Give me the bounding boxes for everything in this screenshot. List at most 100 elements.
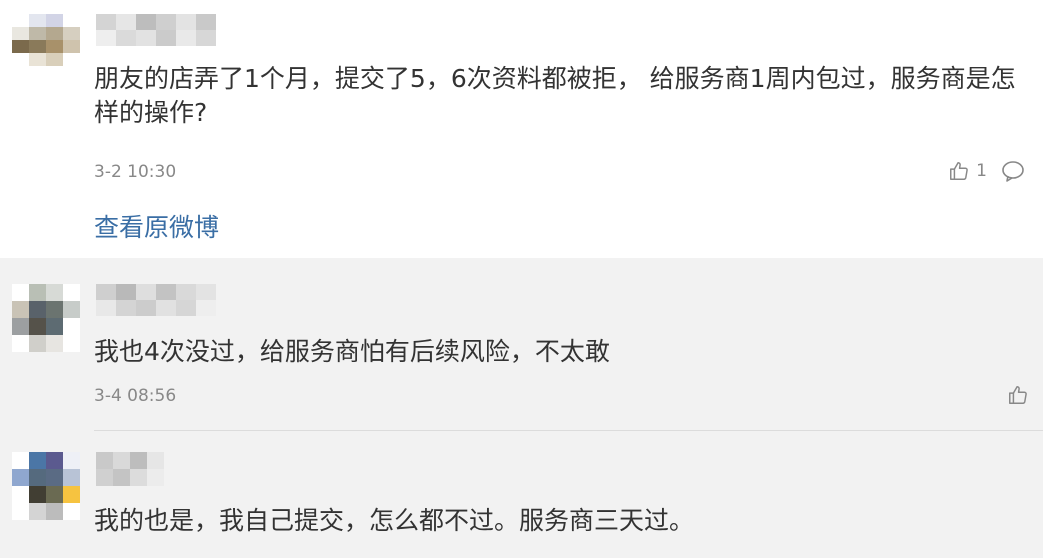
username-pixel [196, 300, 216, 316]
comment-text: 我也4次没过，给服务商怕有后续风险，不太敢 [94, 337, 610, 366]
avatar-pixel [12, 452, 29, 469]
avatar-pixel [63, 503, 80, 520]
username-pixel [176, 30, 196, 46]
avatar-pixel [46, 452, 63, 469]
avatar-pixel [12, 335, 29, 352]
comment-text: 我的也是，我自己提交，怎么都不过。服务商三天过。 [94, 506, 695, 535]
comment-bubble-icon[interactable] [1001, 160, 1025, 182]
avatar-pixel [63, 452, 80, 469]
avatar[interactable] [12, 284, 80, 352]
avatar-pixel [46, 486, 63, 503]
username-pixel [156, 30, 176, 46]
username-pixel [176, 14, 196, 30]
username-blurred[interactable] [96, 284, 216, 316]
username-pixel [113, 452, 130, 469]
username-pixel [196, 284, 216, 300]
username-pixel [176, 300, 196, 316]
avatar-pixel [63, 469, 80, 486]
username-pixel [136, 300, 156, 316]
thumbs-up-icon[interactable] [948, 160, 970, 182]
username-pixel [116, 14, 136, 30]
avatar-pixel [12, 503, 29, 520]
comment-text: 朋友的店弄了1个月，提交了5，6次资料都被拒， 给服务商1周内包过，服务商是怎样… [94, 64, 1016, 127]
view-original-weibo-link[interactable]: 查看原微博 [94, 208, 219, 244]
avatar-pixel [63, 335, 80, 352]
avatar-pixel [46, 27, 63, 40]
avatar-pixel [46, 335, 63, 352]
avatar-pixel [12, 486, 29, 503]
username-pixel [136, 30, 156, 46]
avatar-pixel [63, 40, 80, 53]
avatar-pixel [46, 14, 63, 27]
username-pixel [156, 300, 176, 316]
avatar-pixel [46, 318, 63, 335]
thumbs-up-icon[interactable] [1007, 384, 1029, 406]
avatar-pixel [29, 284, 46, 301]
avatar-pixel [29, 318, 46, 335]
avatar-pixel [12, 318, 29, 335]
username-pixel [147, 452, 164, 469]
username-pixel [147, 469, 164, 486]
avatar-pixel [63, 14, 80, 27]
username-pixel [116, 284, 136, 300]
avatar-pixel [29, 503, 46, 520]
avatar-pixel [46, 40, 63, 53]
avatar-pixel [29, 27, 46, 40]
avatar-pixel [63, 27, 80, 40]
avatar-pixel [29, 53, 46, 66]
avatar-pixel [29, 301, 46, 318]
avatar-pixel [29, 469, 46, 486]
avatar-pixel [12, 301, 29, 318]
avatar-pixel [46, 503, 63, 520]
avatar-pixel [46, 53, 63, 66]
avatar-pixel [29, 452, 46, 469]
username-pixel [116, 30, 136, 46]
avatar-pixel [63, 301, 80, 318]
avatar-pixel [63, 318, 80, 335]
username-pixel [136, 284, 156, 300]
avatar-pixel [29, 14, 46, 27]
avatar-pixel [29, 486, 46, 503]
comment-timestamp: 3-4 08:56 [94, 386, 177, 406]
avatar-pixel [46, 284, 63, 301]
username-pixel [96, 284, 116, 300]
avatar[interactable] [12, 14, 80, 66]
avatar-pixel [46, 469, 63, 486]
username-pixel [96, 300, 116, 316]
username-pixel [176, 284, 196, 300]
avatar-pixel [12, 40, 29, 53]
avatar-pixel [29, 40, 46, 53]
avatar-pixel [12, 53, 29, 66]
avatar-pixel [63, 486, 80, 503]
username-blurred[interactable] [96, 452, 164, 486]
username-pixel [196, 14, 216, 30]
like-action[interactable]: 1 [948, 160, 987, 182]
username-blurred[interactable] [96, 14, 216, 46]
comment-divider [94, 430, 1043, 431]
avatar-pixel [46, 301, 63, 318]
username-pixel [116, 300, 136, 316]
username-pixel [96, 469, 113, 486]
avatar-pixel [63, 53, 80, 66]
username-pixel [96, 452, 113, 469]
avatar-pixel [63, 284, 80, 301]
avatar-pixel [12, 14, 29, 27]
scroll-indicator [1015, 552, 1023, 558]
like-action[interactable] [1007, 384, 1029, 406]
username-pixel [136, 14, 156, 30]
avatar-pixel [12, 469, 29, 486]
comment-timestamp: 3-2 10:30 [94, 162, 177, 182]
avatar-pixel [12, 27, 29, 40]
username-pixel [130, 452, 147, 469]
avatar[interactable] [12, 452, 80, 520]
username-pixel [156, 14, 176, 30]
username-pixel [196, 30, 216, 46]
avatar-pixel [12, 284, 29, 301]
like-count: 1 [976, 161, 987, 181]
username-pixel [130, 469, 147, 486]
username-pixel [96, 14, 116, 30]
username-pixel [156, 284, 176, 300]
avatar-pixel [29, 335, 46, 352]
username-pixel [96, 30, 116, 46]
username-pixel [113, 469, 130, 486]
